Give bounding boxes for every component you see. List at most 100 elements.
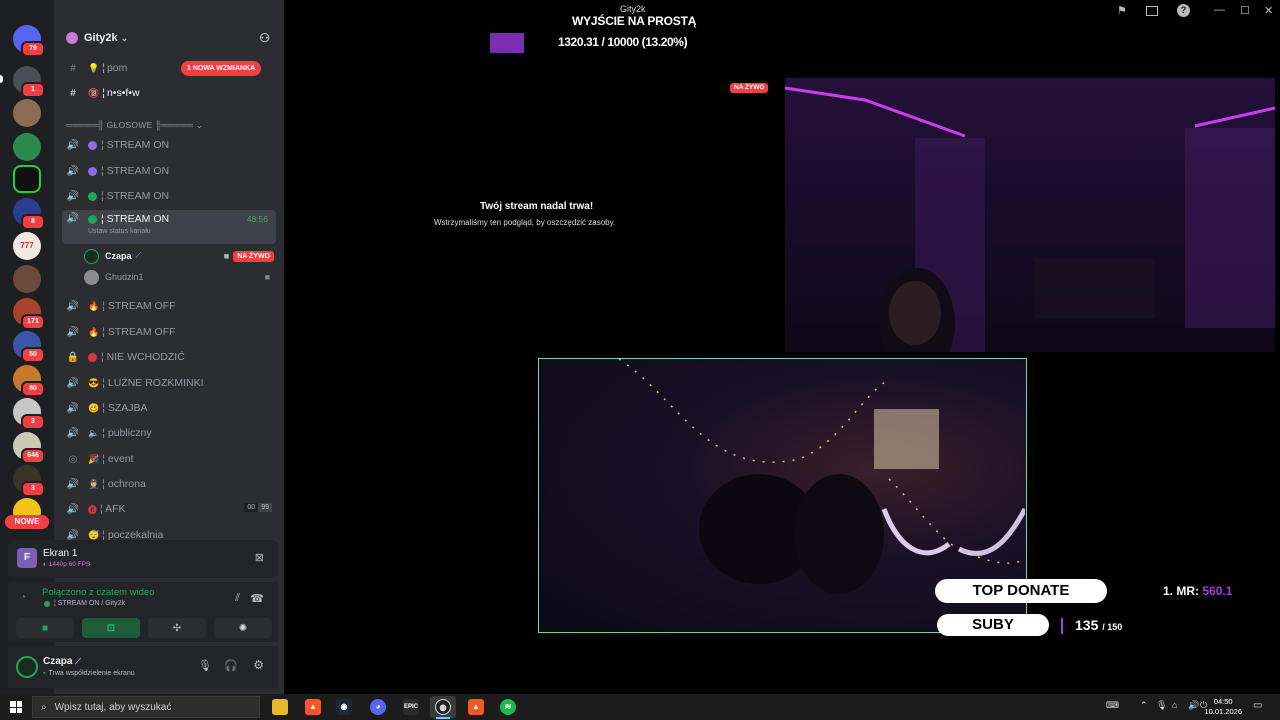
taskbar-search-input[interactable]: ⌕ Wpisz tutaj, aby wyszukać bbox=[32, 696, 260, 718]
voice-channel[interactable]: 🔊 ¦ STREAM ON bbox=[62, 160, 276, 182]
steam-icon[interactable]: ◉ bbox=[336, 699, 352, 715]
vlc-icon[interactable]: ▲ bbox=[468, 699, 484, 715]
speaker-icon: 🔊 bbox=[66, 165, 80, 177]
channel-emoji: 🔈 bbox=[88, 427, 100, 438]
voice-channel[interactable]: 🔊 ¦ STREAM ON bbox=[62, 185, 276, 207]
close-icon[interactable]: ✕ bbox=[1264, 4, 1273, 17]
voice-category-header[interactable]: ═════╣ GŁOSOWE ╠═════ ⌄ bbox=[66, 120, 203, 131]
status-dot bbox=[88, 140, 97, 150]
clock-time: 04:50 bbox=[1213, 697, 1233, 706]
voice-channel[interactable]: 🔊 🔥 ¦ STREAM OFF bbox=[62, 321, 276, 343]
user-count: 00 bbox=[244, 503, 259, 512]
obs-studio-icon[interactable]: ◍ bbox=[435, 699, 451, 715]
channel-label: ¦ STREAM OFF bbox=[102, 326, 176, 338]
hashtag-icon: # bbox=[70, 87, 76, 99]
avatar[interactable] bbox=[16, 656, 38, 678]
camera-icon: ■ bbox=[264, 272, 270, 282]
new-unreads-pill[interactable]: NOWE bbox=[5, 515, 49, 529]
channel-label: ¦ STREAM ON bbox=[101, 213, 170, 225]
voice-channel[interactable]: 🔊 👮 ¦ ochrona bbox=[62, 473, 276, 495]
voice-status[interactable]: Połączono z czatem wideo bbox=[42, 587, 154, 598]
notifications-icon[interactable]: ▭ bbox=[1253, 700, 1262, 711]
help-icon[interactable]: ? bbox=[1177, 4, 1190, 17]
brave-browser-icon[interactable]: ▲ bbox=[305, 699, 321, 715]
server-icon[interactable]: 80 bbox=[13, 365, 45, 397]
hashtag-icon: # bbox=[70, 62, 76, 74]
server-badge: 50 bbox=[21, 347, 45, 363]
stop-screen-share-icon[interactable]: ⊠ bbox=[255, 551, 264, 564]
server-icon[interactable] bbox=[13, 265, 41, 293]
inbox-icon[interactable]: ⚑ bbox=[1117, 4, 1127, 17]
live-badge: NA ŻYWO bbox=[233, 250, 274, 262]
server-icon[interactable] bbox=[13, 133, 41, 161]
stream-paused-title: Twój stream nadal trwa! bbox=[480, 201, 594, 212]
noise-suppression-icon[interactable]: ⫽ bbox=[235, 592, 240, 605]
voice-channel-active[interactable]: 🔊 ¦ STREAM ON 48:56 Ustaw status kanału bbox=[62, 210, 276, 244]
channel-label: n•s•f•w bbox=[106, 87, 140, 99]
taskbar-clock[interactable]: 04:50 10.01.2026 bbox=[1204, 697, 1242, 717]
server-icon[interactable]: 646 bbox=[13, 432, 45, 464]
voice-channel[interactable]: 🔊 ¦ STREAM ON bbox=[62, 134, 276, 156]
subs-label: SUBY bbox=[937, 614, 1049, 636]
voice-channel[interactable]: 🔊 🔥 ¦ STREAM OFF bbox=[62, 295, 276, 317]
new-mention-pill[interactable]: 1 NOWA WZMIANKA bbox=[181, 61, 262, 76]
server-icon[interactable]: 777 bbox=[13, 232, 41, 260]
stage-channel[interactable]: ◎ 🎉 ¦ event bbox=[62, 448, 276, 470]
status-dot bbox=[44, 600, 50, 607]
invite-people-icon[interactable]: ⚇ bbox=[259, 31, 270, 45]
server-icon[interactable] bbox=[13, 99, 41, 127]
discord-home-icon[interactable]: 79 bbox=[13, 25, 45, 57]
speaker-icon: 🔊 bbox=[66, 402, 80, 414]
camera-icon: ■ bbox=[223, 251, 230, 261]
minimize-icon[interactable]: — bbox=[1214, 4, 1225, 16]
maximize-icon[interactable]: ☐ bbox=[1240, 4, 1250, 17]
voice-channel-link[interactable]: ¦ STREAM ON / Gity2k bbox=[44, 600, 125, 607]
server-icon[interactable] bbox=[13, 165, 41, 193]
microphone-tray-icon[interactable]: 🎙 bbox=[1156, 700, 1167, 711]
windows-start-icon[interactable] bbox=[10, 701, 22, 713]
file-explorer-icon[interactable] bbox=[272, 699, 288, 715]
subs-current: 135 bbox=[1075, 617, 1099, 633]
quality-label: 1440p 60 FPS bbox=[48, 561, 91, 568]
call-timer: 48:56 bbox=[246, 214, 268, 224]
voice-channel[interactable]: 🔊 🅚 ¦ AFK 00 99 bbox=[62, 498, 276, 520]
separator: ¦ bbox=[102, 87, 105, 99]
voice-channel[interactable]: 🔒 ¦ NIE WCHODZIĆ bbox=[62, 346, 276, 368]
network-icon[interactable]: ⌂ bbox=[1172, 700, 1177, 710]
voice-channel[interactable]: 🔊 🥴 ¦ SZAJBA bbox=[62, 397, 276, 419]
epic-games-icon[interactable]: EPIC bbox=[403, 699, 419, 715]
discord-icon[interactable]: ◕ bbox=[370, 699, 386, 715]
webcam-video-room[interactable] bbox=[785, 78, 1275, 352]
tray-chevron-up-icon[interactable]: ⌃ bbox=[1140, 700, 1148, 711]
set-channel-status[interactable]: Ustaw status kanału bbox=[88, 228, 151, 235]
channel-emoji: 🔥 bbox=[88, 326, 100, 337]
camera-button[interactable]: ■ bbox=[16, 618, 74, 638]
microphone-icon[interactable]: 🎙 bbox=[198, 659, 212, 672]
guild-header[interactable]: Gity2k ⌄ ⚇ bbox=[54, 24, 284, 52]
text-channel-nsfw[interactable]: # 🔞 ¦ n•s•f•w bbox=[62, 82, 276, 104]
settings-gear-icon[interactable]: ⚙ bbox=[253, 658, 264, 672]
screen-share-button[interactable]: ⊡ bbox=[82, 618, 140, 638]
voice-member[interactable]: Czapa ⟋ ■ NA ŻYWO bbox=[84, 246, 274, 266]
nitro-icon: ⟋ bbox=[75, 657, 81, 666]
server-icon[interactable]: 171 bbox=[13, 298, 45, 330]
voice-member[interactable]: Ghudzin1 ■ bbox=[84, 267, 274, 287]
server-icon[interactable]: 1 bbox=[13, 66, 45, 98]
screen-icon[interactable] bbox=[1146, 6, 1158, 16]
server-badge: 171 bbox=[21, 314, 45, 330]
server-icon[interactable]: 3 bbox=[13, 398, 45, 430]
voice-channel[interactable]: 🔊 🔈 ¦ publiczny bbox=[62, 422, 276, 444]
soundboard-button[interactable]: ✺ bbox=[214, 618, 272, 638]
server-icon[interactable]: 3 bbox=[13, 465, 45, 497]
goal-title: WYJŚCIE NA PROSTĄ bbox=[572, 14, 697, 28]
spotify-icon[interactable]: ≋ bbox=[500, 699, 516, 715]
activities-button[interactable]: ✣ bbox=[148, 618, 206, 638]
headphones-icon[interactable]: 🎧 bbox=[224, 659, 238, 672]
volume-icon[interactable]: 🔊 bbox=[1188, 700, 1199, 711]
top-donate-amount: 560.1 bbox=[1202, 584, 1233, 598]
keyboard-layout-icon[interactable]: ⌨ bbox=[1106, 700, 1119, 711]
server-icon[interactable]: 8 bbox=[13, 198, 45, 230]
disconnect-icon[interactable]: ☎ bbox=[250, 592, 264, 605]
voice-channel[interactable]: 🔊 😎 ¦ LUŹNE ROZKMINKI bbox=[62, 372, 276, 394]
server-icon[interactable]: 50 bbox=[13, 331, 45, 363]
